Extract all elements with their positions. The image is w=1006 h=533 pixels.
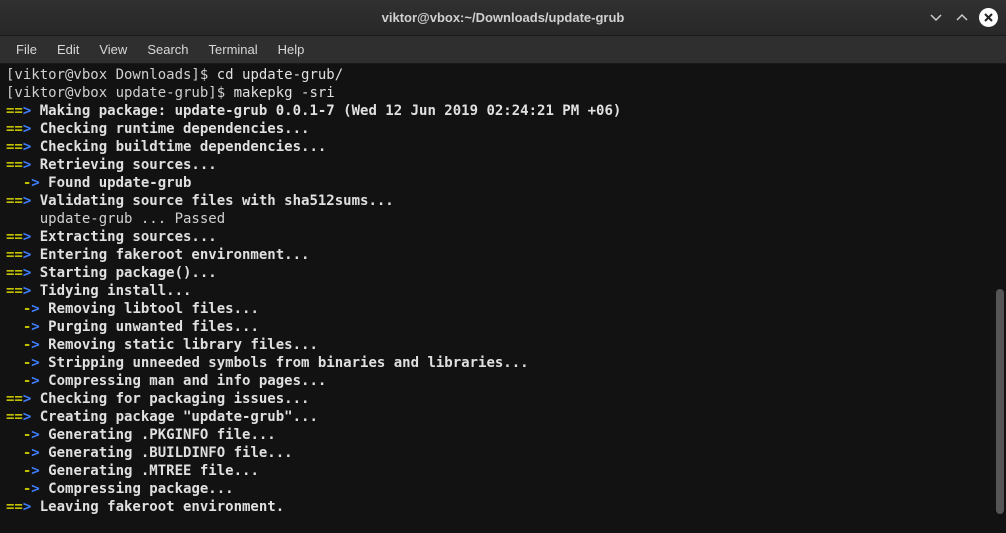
terminal-line: ==> Entering fakeroot environment... [6, 246, 1000, 264]
terminal-line: [viktor@vbox Downloads]$ cd update-grub/ [6, 66, 1000, 84]
close-icon [983, 12, 994, 23]
menu-view[interactable]: View [89, 38, 137, 61]
window-controls [927, 8, 998, 27]
terminal-line: ==> Leaving fakeroot environment. [6, 498, 1000, 516]
terminal-line: ==> Checking for packaging issues... [6, 390, 1000, 408]
terminal-line: -> Removing static library files... [6, 336, 1000, 354]
chevron-up-icon [955, 11, 969, 25]
terminal-line: ==> Making package: update-grub 0.0.1-7 … [6, 102, 1000, 120]
terminal-line: ==> Creating package "update-grub"... [6, 408, 1000, 426]
terminal-line: -> Generating .BUILDINFO file... [6, 444, 1000, 462]
menu-terminal[interactable]: Terminal [199, 38, 268, 61]
terminal-line: -> Found update-grub [6, 174, 1000, 192]
menu-search[interactable]: Search [137, 38, 198, 61]
terminal-line: [viktor@vbox update-grub]$ makepkg -sri [6, 84, 1000, 102]
titlebar: viktor@vbox:~/Downloads/update-grub [0, 0, 1006, 36]
scrollbar[interactable] [996, 289, 1004, 514]
terminal-line: -> Compressing man and info pages... [6, 372, 1000, 390]
terminal-line: -> Stripping unneeded symbols from binar… [6, 354, 1000, 372]
terminal-line: -> Generating .PKGINFO file... [6, 426, 1000, 444]
menu-help[interactable]: Help [268, 38, 315, 61]
terminal-line: ==> Checking buildtime dependencies... [6, 138, 1000, 156]
terminal-line: -> Purging unwanted files... [6, 318, 1000, 336]
menubar: File Edit View Search Terminal Help [0, 36, 1006, 64]
close-button[interactable] [979, 8, 998, 27]
terminal-line: ==> Extracting sources... [6, 228, 1000, 246]
menu-edit[interactable]: Edit [47, 38, 89, 61]
minimize-button[interactable] [927, 9, 945, 27]
terminal-output[interactable]: [viktor@vbox Downloads]$ cd update-grub/… [0, 64, 1006, 533]
terminal-line: ==> Checking runtime dependencies... [6, 120, 1000, 138]
terminal-line: ==> Retrieving sources... [6, 156, 1000, 174]
terminal-line: -> Compressing package... [6, 480, 1000, 498]
window-title: viktor@vbox:~/Downloads/update-grub [382, 10, 625, 25]
chevron-down-icon [929, 11, 943, 25]
terminal-line: ==> Tidying install... [6, 282, 1000, 300]
terminal-line: ==> Starting package()... [6, 264, 1000, 282]
terminal-line: -> Removing libtool files... [6, 300, 1000, 318]
terminal-line: -> Generating .MTREE file... [6, 462, 1000, 480]
menu-file[interactable]: File [6, 38, 47, 61]
terminal-window: viktor@vbox:~/Downloads/update-grub File… [0, 0, 1006, 533]
terminal-line: ==> Validating source files with sha512s… [6, 192, 1000, 210]
maximize-button[interactable] [953, 9, 971, 27]
terminal-line: update-grub ... Passed [6, 210, 1000, 228]
